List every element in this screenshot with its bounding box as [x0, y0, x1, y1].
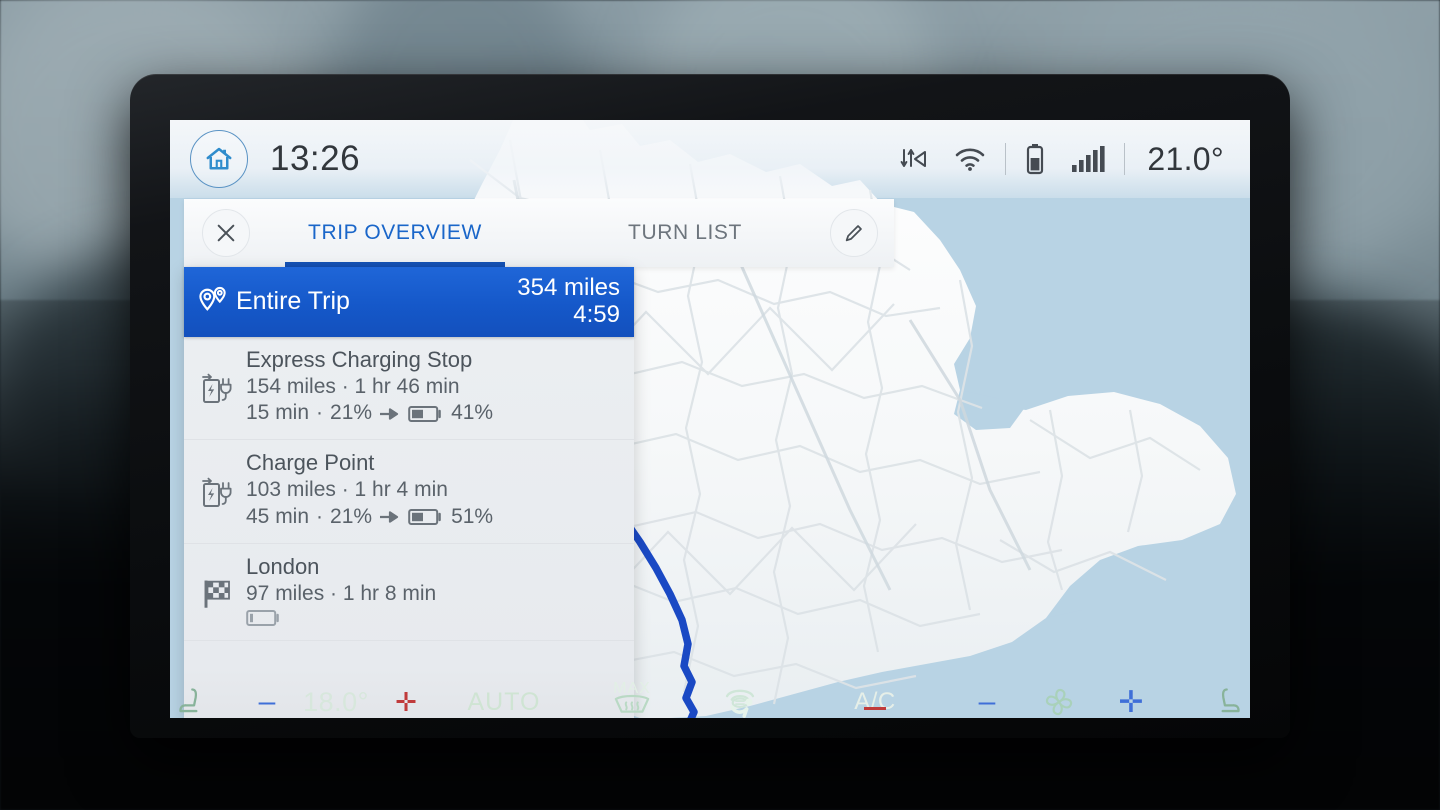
fan-icon [1045, 688, 1073, 716]
trip-destination-battery [246, 608, 618, 628]
soc-start: 21% [330, 505, 373, 529]
plus-icon: ✛ [1118, 685, 1144, 719]
ev-charging-station-icon [196, 347, 238, 428]
plus-icon: ✛ [395, 686, 417, 717]
trip-stop-charge-info: 15 min · 21% 41% [246, 400, 618, 427]
trip-stop-charge-info: 45 min · 21% 51% [246, 504, 618, 531]
trip-summary-row[interactable]: Entire Trip 354 miles 4:59 [184, 267, 634, 337]
driver-temp-increase-button[interactable]: ✛ [388, 687, 424, 718]
battery-icon [1025, 143, 1045, 175]
tab-trip-overview[interactable]: TRIP OVERVIEW [250, 199, 540, 267]
trip-summary-label: Entire Trip [236, 287, 350, 316]
driver-heated-seat-button[interactable] [130, 685, 250, 719]
max-defrost-button[interactable]: MAX [584, 680, 680, 722]
trip-stop-row[interactable]: Charge Point 103 miles · 1 hr 4 min 45 m… [184, 440, 634, 544]
passenger-heated-seat-button[interactable] [1168, 685, 1290, 719]
trip-summary-distance: 354 miles [517, 274, 620, 301]
data-transfer-icon [900, 146, 928, 172]
home-icon [206, 147, 232, 170]
close-button[interactable] [202, 209, 250, 257]
charge-time: 45 min [246, 505, 310, 529]
trip-stop-title: Charge Point [246, 450, 375, 476]
fan-speed-display[interactable] [1024, 684, 1094, 720]
tab-turn-list[interactable]: TURN LIST [540, 199, 830, 267]
status-bar: 13:26 21.0° [170, 120, 1250, 198]
trip-stop-leg: 103 miles · 1 hr 4 min [246, 478, 448, 502]
dot-separator: · [316, 505, 324, 529]
close-icon [217, 224, 235, 242]
cellular-signal-icon [1071, 145, 1106, 173]
soc-end: 51% [451, 505, 494, 529]
battery-low-icon [246, 609, 279, 626]
air-recirculation-icon [725, 689, 755, 718]
trip-stop-row[interactable]: Express Charging Stop 154 miles · 1 hr 4… [184, 337, 634, 441]
route-pins-icon [199, 286, 226, 311]
checkered-flag-icon [196, 554, 238, 628]
climate-control-bar: – 18.0° ✛ AUTO MAX A/C – ✛ [130, 666, 1290, 738]
clock: 13:26 [270, 139, 361, 178]
wifi-icon [954, 146, 986, 172]
trip-summary-metrics: 354 miles 4:59 [517, 274, 620, 329]
status-divider [1124, 143, 1126, 175]
driver-temperature[interactable]: 18.0° [284, 687, 388, 718]
edit-route-button[interactable] [830, 209, 878, 257]
infotainment-head-unit: 13:26 21.0° TRIP OVERVIEW TURN LIST Enti… [130, 74, 1290, 738]
ac-active-indicator [864, 707, 886, 710]
fan-increase-button[interactable]: ✛ [1094, 685, 1168, 720]
battery-half-icon [408, 509, 441, 526]
soc-start: 21% [330, 401, 373, 425]
home-button[interactable] [190, 130, 248, 188]
trip-destination-leg: 97 miles · 1 hr 8 min [246, 581, 437, 605]
pencil-icon [845, 225, 862, 242]
heated-seat-icon [179, 688, 198, 713]
ac-label: A/C [854, 688, 896, 715]
arrow-right-icon [380, 511, 399, 524]
trip-destination-row[interactable]: London 97 miles · 1 hr 8 min [184, 544, 634, 641]
trip-stop-leg: 154 miles · 1 hr 46 min [246, 374, 460, 398]
heated-seat-icon [1221, 688, 1240, 713]
trip-destination-title: London [246, 553, 320, 579]
arrow-right-icon [380, 408, 399, 420]
trip-overview-panel[interactable]: Entire Trip 354 miles 4:59 Express Charg… [184, 267, 634, 718]
touchscreen-display[interactable]: 13:26 21.0° TRIP OVERVIEW TURN LIST Enti… [170, 120, 1250, 718]
dot-separator: · [316, 401, 324, 425]
minus-icon: – [258, 685, 276, 718]
minus-icon: – [978, 685, 996, 718]
trip-summary-duration: 4:59 [573, 300, 620, 328]
charge-time: 15 min [246, 401, 310, 425]
tab-bar: TRIP OVERVIEW TURN LIST [184, 199, 894, 267]
cabin-temperature: 21.0° [1147, 140, 1224, 177]
auto-label: AUTO [467, 687, 541, 716]
ac-button[interactable]: A/C [800, 688, 950, 716]
auto-climate-button[interactable]: AUTO [424, 688, 584, 717]
status-indicators: 21.0° [887, 141, 1224, 178]
trip-stop-title: Express Charging Stop [246, 346, 473, 372]
driver-temperature-value: 18.0° [303, 686, 369, 717]
fan-decrease-button[interactable]: – [950, 685, 1024, 719]
battery-half-icon [408, 405, 441, 422]
air-recirculation-button[interactable] [680, 683, 800, 721]
status-divider [1005, 143, 1007, 175]
max-label: MAX [613, 680, 651, 697]
driver-temp-decrease-button[interactable]: – [250, 685, 284, 719]
ev-charging-station-icon [196, 450, 238, 531]
soc-end: 41% [451, 401, 494, 425]
